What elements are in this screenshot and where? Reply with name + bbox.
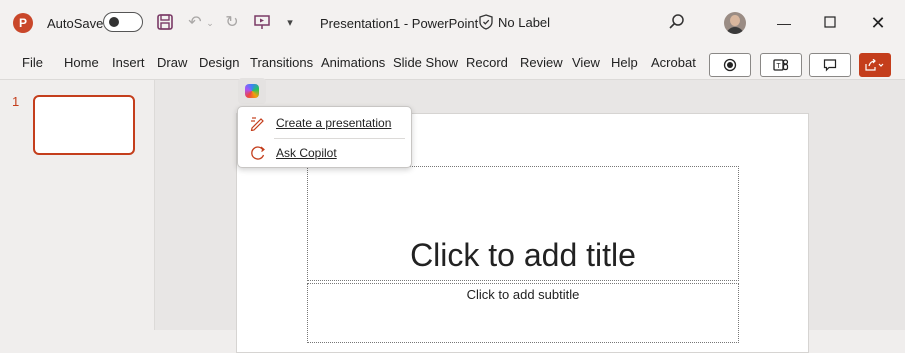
- tab-view[interactable]: View: [572, 55, 600, 70]
- tab-draw[interactable]: Draw: [157, 55, 187, 70]
- tab-animations[interactable]: Animations: [321, 55, 385, 70]
- sensitivity-label[interactable]: No Label: [478, 14, 550, 30]
- title-bar: P AutoSave ↶ ⌄ ↻ ▾ Presentation1 - Power…: [0, 0, 905, 46]
- autosave-toggle[interactable]: [103, 12, 143, 32]
- undo-dropdown-icon[interactable]: ⌄: [205, 13, 215, 33]
- slide-number: 1: [12, 94, 20, 109]
- menu-item-ask-copilot[interactable]: Ask Copilot: [238, 139, 411, 167]
- share-icon: [865, 58, 884, 71]
- record-button[interactable]: [709, 53, 751, 77]
- tab-acrobat[interactable]: Acrobat: [651, 55, 696, 70]
- present-from-beginning-icon[interactable]: [252, 13, 272, 33]
- tab-record[interactable]: Record: [466, 55, 508, 70]
- tab-home[interactable]: Home: [64, 55, 99, 70]
- sensitivity-label-text: No Label: [498, 14, 551, 30]
- autosave-label: AutoSave: [47, 16, 104, 31]
- title-placeholder-text: Click to add title: [410, 237, 636, 273]
- copilot-menu: Create a presentation Ask Copilot: [237, 106, 412, 168]
- undo-icon[interactable]: ↶: [185, 13, 205, 33]
- pen-sparkle-icon: [250, 115, 266, 132]
- search-icon[interactable]: [668, 13, 688, 33]
- slide-thumbnails-pane: 1: [0, 80, 155, 330]
- svg-text:T: T: [776, 63, 781, 70]
- tab-insert[interactable]: Insert: [112, 55, 145, 70]
- powerpoint-logo-icon: P: [13, 13, 33, 33]
- tab-file[interactable]: File: [22, 55, 43, 70]
- tab-help[interactable]: Help: [611, 55, 638, 70]
- maximize-icon[interactable]: [820, 13, 840, 33]
- share-button[interactable]: [859, 53, 891, 77]
- minimize-icon[interactable]: —: [774, 13, 794, 33]
- menu-item-label: Ask Copilot: [276, 146, 337, 160]
- menu-item-label: Create a presentation: [276, 116, 392, 130]
- title-placeholder[interactable]: Click to add title: [307, 166, 739, 281]
- slide-thumbnail[interactable]: [33, 95, 135, 155]
- shield-icon: [479, 14, 493, 30]
- tab-slide-show[interactable]: Slide Show: [393, 55, 458, 70]
- subtitle-placeholder-text: Click to add subtitle: [466, 287, 580, 302]
- teams-present-button[interactable]: T: [760, 53, 802, 77]
- menu-item-create-presentation[interactable]: Create a presentation: [238, 109, 411, 137]
- avatar[interactable]: [724, 12, 746, 34]
- copilot-chat-icon: [250, 145, 266, 161]
- copilot-icon: [245, 84, 259, 98]
- save-icon[interactable]: [155, 13, 175, 33]
- tab-design[interactable]: Design: [199, 55, 239, 70]
- tab-transitions[interactable]: Transitions: [250, 55, 313, 70]
- toggle-knob: [109, 17, 119, 27]
- comment-icon: [823, 59, 837, 72]
- tab-review[interactable]: Review: [520, 55, 563, 70]
- record-icon: [723, 58, 737, 72]
- customize-toolbar-icon[interactable]: ▾: [282, 13, 298, 33]
- copilot-button[interactable]: [238, 78, 266, 104]
- ribbon-tabs: File Home Insert Draw Design Transitions…: [0, 46, 905, 80]
- teams-icon: T: [773, 59, 789, 71]
- comments-button[interactable]: [809, 53, 851, 77]
- subtitle-placeholder[interactable]: Click to add subtitle: [307, 283, 739, 343]
- close-icon[interactable]: ✕: [868, 13, 888, 33]
- redo-icon[interactable]: ↻: [222, 13, 242, 33]
- document-title: Presentation1 - PowerPoint: [320, 16, 479, 31]
